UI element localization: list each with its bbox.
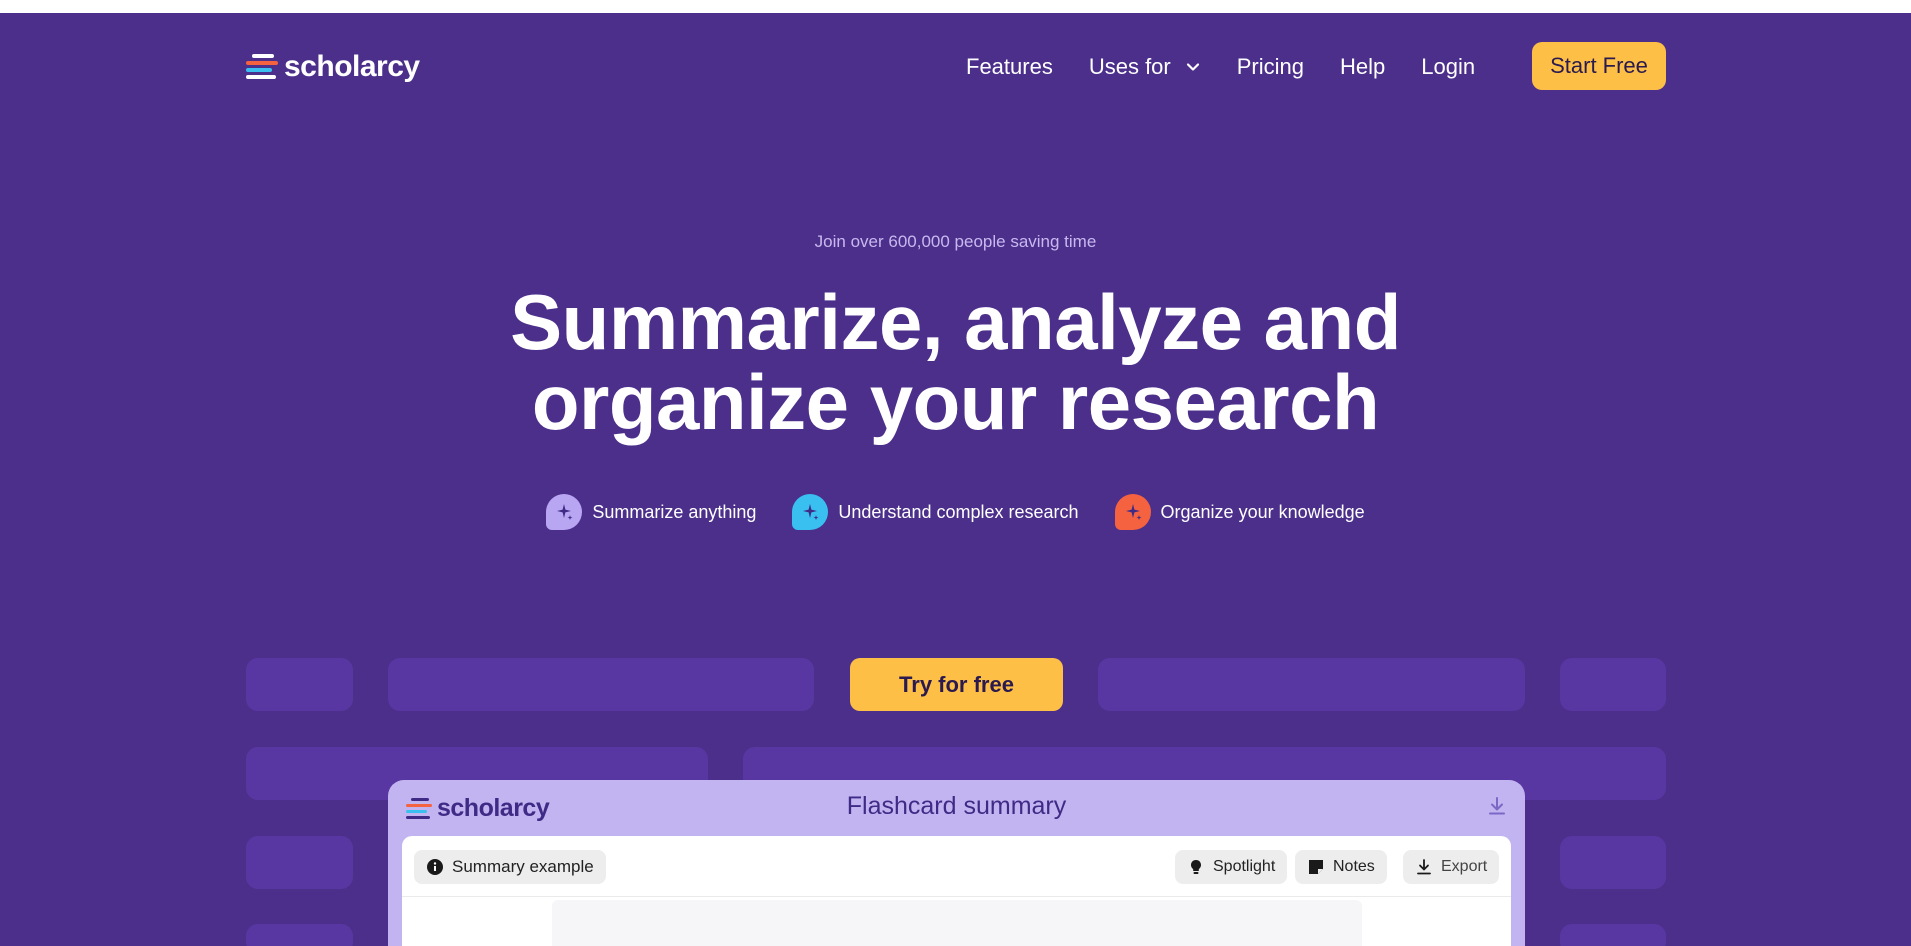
start-free-button[interactable]: Start Free [1532, 42, 1666, 90]
top-navigation: scholarcy Features Uses for Pricing Help… [0, 40, 1911, 94]
chevron-down-icon [1186, 63, 1199, 71]
decorative-pill [1560, 836, 1666, 889]
nav-help[interactable]: Help [1340, 54, 1385, 80]
feature-list: Summarize anything Understand complex re… [0, 494, 1911, 530]
nav-links: Features Uses for Pricing Help Login [966, 40, 1511, 94]
nav-features[interactable]: Features [966, 54, 1053, 80]
decorative-pill [1560, 658, 1666, 711]
brand-logo[interactable]: scholarcy [246, 50, 420, 84]
lightbulb-icon [1191, 860, 1201, 874]
feature-understand: Understand complex research [792, 494, 1079, 530]
spotlight-button[interactable]: Spotlight [1175, 850, 1288, 884]
hero-tagline: Join over 600,000 people saving time [814, 232, 1097, 251]
sparkle-icon [1114, 494, 1151, 530]
spotlight-label: Spotlight [1213, 858, 1276, 875]
hero-headline-line-2: organize your research [531, 358, 1380, 446]
decorative-pill [246, 924, 353, 946]
export-button[interactable]: Export [1403, 850, 1500, 884]
nav-pricing[interactable]: Pricing [1237, 54, 1304, 80]
browser-top-strip [0, 0, 1911, 13]
hero-headline: Summarize, analyze and organize your res… [0, 282, 1911, 442]
sparkle-icon [546, 494, 583, 530]
notes-button[interactable]: Notes [1295, 850, 1387, 884]
feature-label: Organize your knowledge [1160, 501, 1365, 522]
download-icon [1417, 859, 1431, 875]
export-label: Export [1441, 858, 1488, 875]
decorative-pill [388, 658, 814, 711]
info-icon [427, 859, 443, 875]
brand-name: scholarcy [284, 50, 420, 83]
summary-example-label: Summary example [452, 857, 594, 876]
summary-example-chip[interactable]: Summary example [414, 850, 606, 884]
try-for-free-button[interactable]: Try for free [850, 658, 1063, 711]
summary-sheet [552, 900, 1362, 946]
decorative-pill [246, 836, 353, 889]
preview-title: Flashcard summary [846, 792, 1067, 820]
scholarcy-logo-icon [246, 52, 278, 82]
feature-summarize: Summarize anything [546, 494, 756, 530]
nav-uses-for-label: Uses for [1088, 54, 1171, 79]
sparkle-icon [792, 494, 829, 530]
flashcard-preview: scholarcy Flashcard summary Summary exam… [388, 780, 1525, 946]
decorative-pill [1098, 658, 1525, 711]
download-icon[interactable] [1485, 794, 1509, 818]
nav-login[interactable]: Login [1421, 54, 1475, 80]
notes-label: Notes [1333, 858, 1375, 875]
sticky-note-icon [1309, 860, 1323, 874]
nav-uses-for[interactable]: Uses for [1089, 54, 1201, 80]
feature-label: Summarize anything [592, 501, 757, 522]
hero-headline-line-1: Summarize, analyze and [510, 278, 1401, 366]
feature-organize: Organize your knowledge [1114, 494, 1365, 530]
panel-divider [402, 896, 1511, 897]
decorative-pill [1560, 924, 1666, 946]
feature-label: Understand complex research [838, 501, 1079, 522]
preview-panel: Summary example Spotlight Notes Export [402, 836, 1511, 946]
decorative-pill [246, 658, 353, 711]
